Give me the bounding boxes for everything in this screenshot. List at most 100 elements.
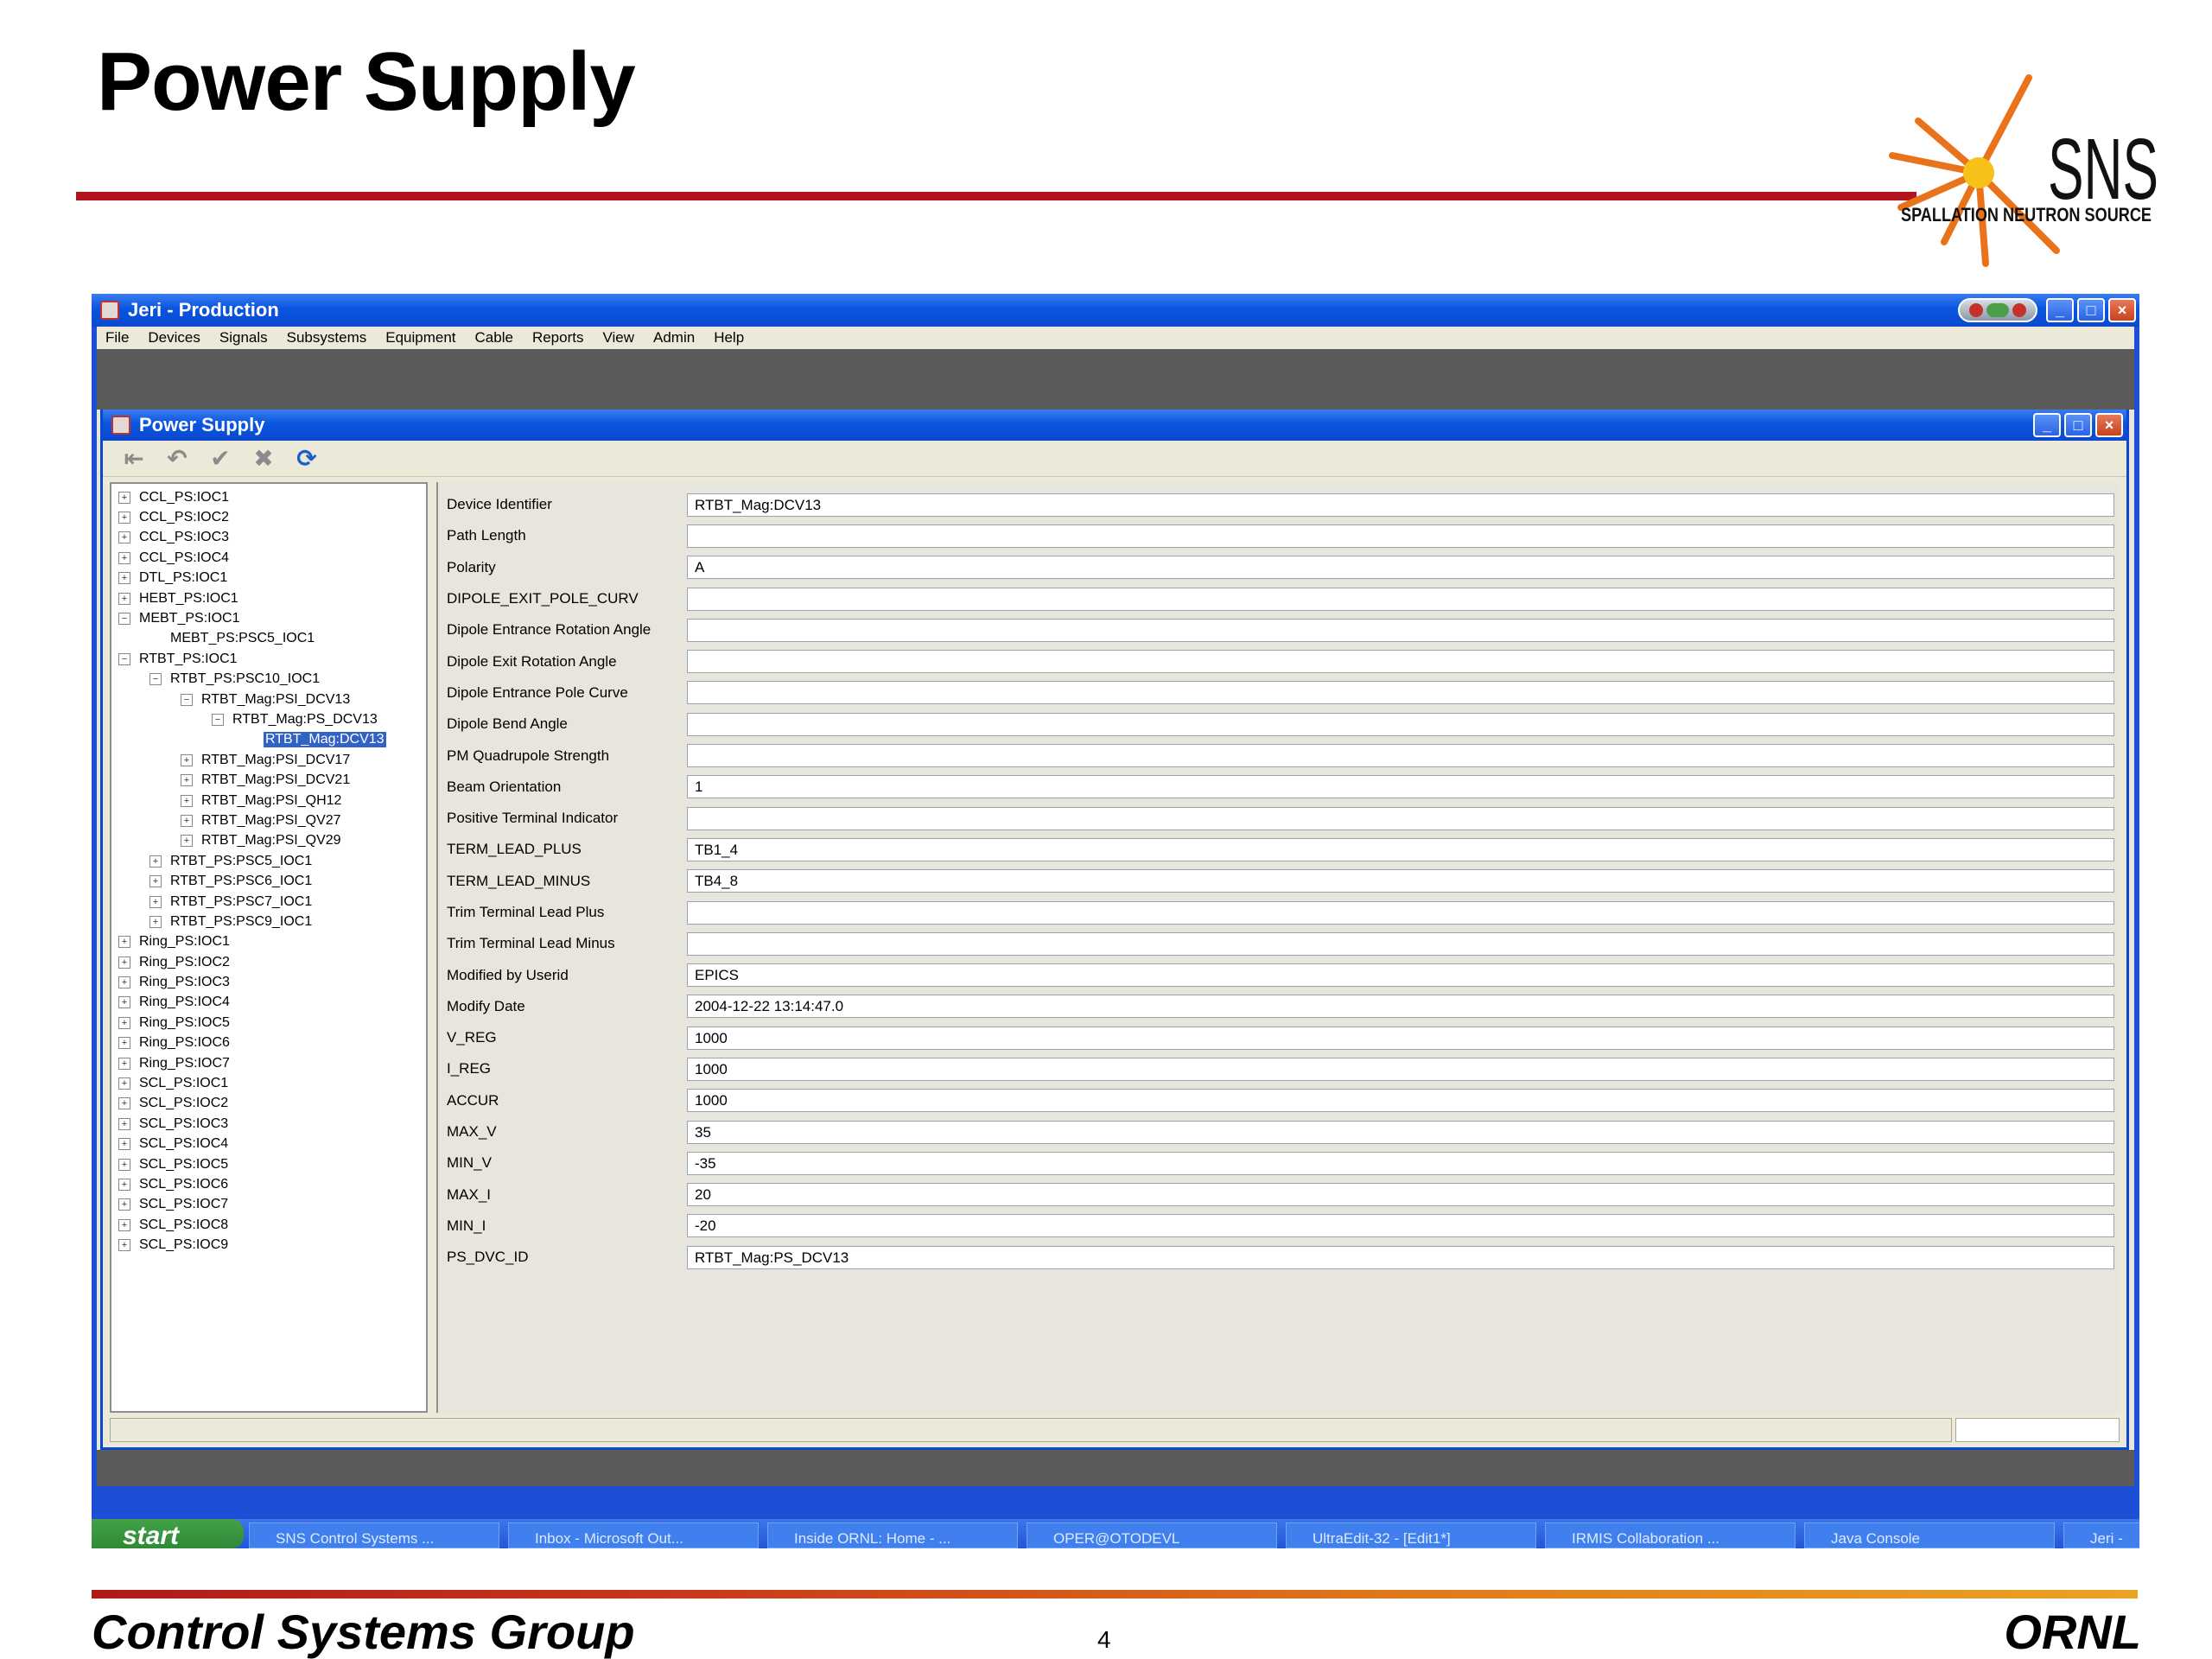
- taskbar-task-button[interactable]: SNS Control Systems ...: [249, 1522, 499, 1548]
- tree-node-label[interactable]: RTBT_Mag:PSI_QV29: [201, 833, 341, 849]
- field-input[interactable]: [687, 931, 2114, 956]
- tree-node-label[interactable]: RTBT_PS:PSC10_IOC1: [170, 671, 320, 687]
- taskbar-task-button[interactable]: IRMIS Collaboration ...: [1545, 1522, 1796, 1548]
- tree-node-label[interactable]: CCL_PS:IOC4: [139, 550, 229, 566]
- field-input[interactable]: RTBT_Mag:DCV13: [687, 493, 2114, 517]
- menu-item-reports[interactable]: Reports: [532, 329, 584, 346]
- tree-node-label[interactable]: SCL_PS:IOC1: [139, 1076, 228, 1091]
- expand-icon[interactable]: +: [118, 1218, 130, 1231]
- collapse-icon[interactable]: −: [118, 613, 130, 626]
- exit-icon[interactable]: ⇤: [118, 445, 149, 473]
- taskbar-task-button[interactable]: Jeri -: [2063, 1522, 2139, 1548]
- expand-icon[interactable]: +: [118, 1097, 130, 1110]
- tree-node-label[interactable]: SCL_PS:IOC8: [139, 1217, 228, 1233]
- expand-icon[interactable]: +: [118, 1037, 130, 1050]
- field-input[interactable]: 20: [687, 1183, 2114, 1207]
- expand-icon[interactable]: +: [181, 753, 193, 766]
- tree-node-label[interactable]: Ring_PS:IOC7: [139, 1056, 230, 1071]
- tree-node-label[interactable]: RTBT_PS:PSC9_IOC1: [170, 914, 312, 930]
- expand-icon[interactable]: +: [118, 1158, 130, 1171]
- tree-node-label[interactable]: RTBT_PS:PSC5_IOC1: [170, 854, 312, 869]
- tree-node[interactable]: + Ring_PS:IOC3: [111, 972, 426, 992]
- tree-node[interactable]: − RTBT_Mag:PS_DCV13: [111, 709, 426, 729]
- tree-node-label[interactable]: SCL_PS:IOC6: [139, 1177, 228, 1192]
- tray-indicator-icon[interactable]: [1958, 298, 2037, 322]
- collapse-icon[interactable]: −: [118, 652, 130, 665]
- expand-icon[interactable]: +: [118, 1117, 130, 1130]
- delete-icon[interactable]: ✖: [248, 445, 279, 473]
- menu-item-help[interactable]: Help: [714, 329, 744, 346]
- expand-icon[interactable]: +: [181, 794, 193, 807]
- tree-node[interactable]: + Ring_PS:IOC1: [111, 932, 426, 952]
- tree-node-label[interactable]: RTBT_Mag:PSI_DCV17: [201, 753, 350, 768]
- main-window-titlebar[interactable]: Jeri - Production _ □ ×: [92, 294, 2139, 327]
- field-input[interactable]: EPICS: [687, 963, 2114, 988]
- collapse-icon[interactable]: −: [212, 713, 224, 726]
- tree-node-label[interactable]: Ring_PS:IOC3: [139, 975, 230, 990]
- tree-node[interactable]: + RTBT_Mag:PSI_QV29: [111, 831, 426, 851]
- tree-node-label[interactable]: RTBT_Mag:PSI_DCV21: [201, 772, 350, 788]
- field-input[interactable]: [687, 712, 2114, 736]
- tree-node[interactable]: + RTBT_Mag:PSI_DCV21: [111, 770, 426, 790]
- field-input[interactable]: 1000: [687, 1089, 2114, 1113]
- inner-close-icon[interactable]: ×: [2095, 413, 2123, 437]
- tree-node[interactable]: RTBT_Mag:DCV13: [111, 730, 426, 750]
- expand-icon[interactable]: +: [118, 512, 130, 524]
- tree-node[interactable]: + SCL_PS:IOC7: [111, 1195, 426, 1215]
- expand-icon[interactable]: +: [118, 1198, 130, 1211]
- expand-icon[interactable]: +: [149, 875, 162, 888]
- field-input[interactable]: [687, 681, 2114, 705]
- refresh-icon[interactable]: ⟳: [291, 445, 322, 473]
- expand-icon[interactable]: +: [118, 936, 130, 949]
- menu-item-devices[interactable]: Devices: [148, 329, 200, 346]
- field-input[interactable]: RTBT_Mag:PS_DCV13: [687, 1245, 2114, 1269]
- expand-icon[interactable]: +: [149, 895, 162, 908]
- tree-node-label[interactable]: RTBT_Mag:PSI_QH12: [201, 793, 341, 809]
- tree-node[interactable]: + SCL_PS:IOC1: [111, 1073, 426, 1093]
- field-input[interactable]: [687, 618, 2114, 642]
- tree-node-label[interactable]: SCL_PS:IOC9: [139, 1237, 228, 1253]
- collapse-icon[interactable]: −: [181, 693, 193, 706]
- menu-item-signals[interactable]: Signals: [219, 329, 268, 346]
- tree-node-label-selected[interactable]: RTBT_Mag:DCV13: [264, 732, 386, 748]
- tree-node[interactable]: − RTBT_Mag:PSI_DCV13: [111, 690, 426, 709]
- taskbar-task-button[interactable]: OPER@OTODEVL: [1027, 1522, 1277, 1548]
- expand-icon[interactable]: +: [149, 855, 162, 868]
- tree-node[interactable]: + SCL_PS:IOC9: [111, 1235, 426, 1255]
- field-input[interactable]: 1000: [687, 1057, 2114, 1081]
- tree-node[interactable]: + Ring_PS:IOC7: [111, 1053, 426, 1073]
- tree-node-label[interactable]: SCL_PS:IOC2: [139, 1096, 228, 1111]
- taskbar-task-button[interactable]: UltraEdit-32 - [Edit1*]: [1286, 1522, 1536, 1548]
- tree-node[interactable]: + SCL_PS:IOC2: [111, 1094, 426, 1114]
- tree-node[interactable]: + DTL_PS:IOC1: [111, 569, 426, 588]
- tree-node[interactable]: + SCL_PS:IOC3: [111, 1114, 426, 1134]
- tree-node-label[interactable]: RTBT_PS:PSC6_IOC1: [170, 874, 312, 889]
- minimize-icon[interactable]: _: [2046, 298, 2074, 322]
- field-input[interactable]: -35: [687, 1151, 2114, 1175]
- tree-node-label[interactable]: HEBT_PS:IOC1: [139, 591, 238, 607]
- tree-node-label[interactable]: Ring_PS:IOC6: [139, 1035, 230, 1051]
- tree-node-label[interactable]: SCL_PS:IOC4: [139, 1136, 228, 1152]
- tree-node[interactable]: + RTBT_Mag:PSI_QV27: [111, 810, 426, 830]
- field-input[interactable]: A: [687, 556, 2114, 580]
- expand-icon[interactable]: +: [118, 491, 130, 504]
- expand-icon[interactable]: +: [118, 1178, 130, 1191]
- field-input[interactable]: TB4_8: [687, 869, 2114, 893]
- tree-node-label[interactable]: RTBT_Mag:PSI_DCV13: [201, 692, 350, 708]
- device-tree[interactable]: + CCL_PS:IOC1 + CCL_PS:IOC2 + CCL_PS:IOC3 + CCL…: [110, 482, 428, 1413]
- tree-node-label[interactable]: RTBT_PS:PSC7_IOC1: [170, 894, 312, 910]
- tree-node-label[interactable]: Ring_PS:IOC1: [139, 934, 230, 950]
- tree-node-label[interactable]: RTBT_PS:IOC1: [139, 652, 238, 667]
- tree-node[interactable]: − MEBT_PS:IOC1: [111, 608, 426, 628]
- field-input[interactable]: [687, 650, 2114, 674]
- field-input[interactable]: 1000: [687, 1026, 2114, 1050]
- tree-node[interactable]: + CCL_PS:IOC2: [111, 507, 426, 527]
- menu-item-view[interactable]: View: [602, 329, 634, 346]
- tree-node[interactable]: + SCL_PS:IOC8: [111, 1215, 426, 1235]
- tree-node[interactable]: + CCL_PS:IOC4: [111, 548, 426, 568]
- field-input[interactable]: [687, 806, 2114, 830]
- tree-node[interactable]: + Ring_PS:IOC5: [111, 1013, 426, 1033]
- tree-node-label[interactable]: MEBT_PS:PSC5_IOC1: [170, 631, 315, 646]
- tree-node-label[interactable]: Ring_PS:IOC4: [139, 995, 230, 1010]
- tree-node[interactable]: + SCL_PS:IOC4: [111, 1135, 426, 1154]
